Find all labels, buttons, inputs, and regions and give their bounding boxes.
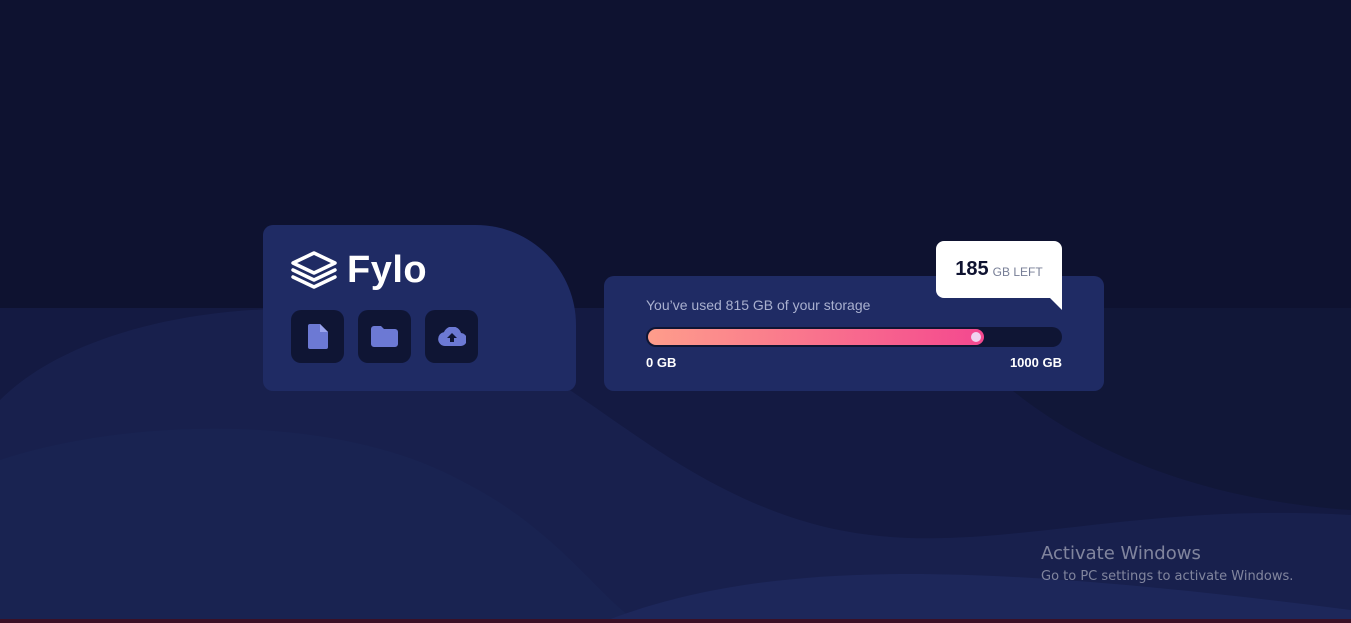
taskbar-edge xyxy=(0,619,1351,623)
progress-knob xyxy=(971,332,981,342)
document-icon xyxy=(307,324,328,349)
stacked-layers-icon xyxy=(291,251,337,289)
cloud-upload-icon xyxy=(437,327,466,346)
storage-progress-bar xyxy=(646,327,1062,347)
documents-button[interactable] xyxy=(291,310,344,363)
windows-activation-watermark: Activate Windows Go to PC settings to ac… xyxy=(1041,543,1293,587)
remaining-value: 185 xyxy=(955,258,989,280)
action-buttons xyxy=(291,310,478,363)
folder-icon xyxy=(371,326,398,347)
folders-button[interactable] xyxy=(358,310,411,363)
logo: Fylo xyxy=(291,251,427,289)
brand-name: Fylo xyxy=(347,249,428,291)
watermark-title: Activate Windows xyxy=(1041,543,1201,564)
remaining-storage-tooltip: 185 GB LEFT xyxy=(936,241,1062,310)
scale-min-label: 0 GB xyxy=(646,355,677,370)
storage-progress-fill xyxy=(648,329,984,345)
page: Fylo You’ve used 815 GB of your storage … xyxy=(0,0,1351,623)
brand-card: Fylo xyxy=(263,225,576,391)
scale-max-label: 1000 GB xyxy=(1009,355,1062,370)
remaining-unit: GB LEFT xyxy=(992,264,1043,279)
usage-text: You’ve used 815 GB of your storage xyxy=(646,297,871,313)
upload-button[interactable] xyxy=(425,310,478,363)
watermark-subtitle: Go to PC settings to activate Windows. xyxy=(1041,569,1294,584)
